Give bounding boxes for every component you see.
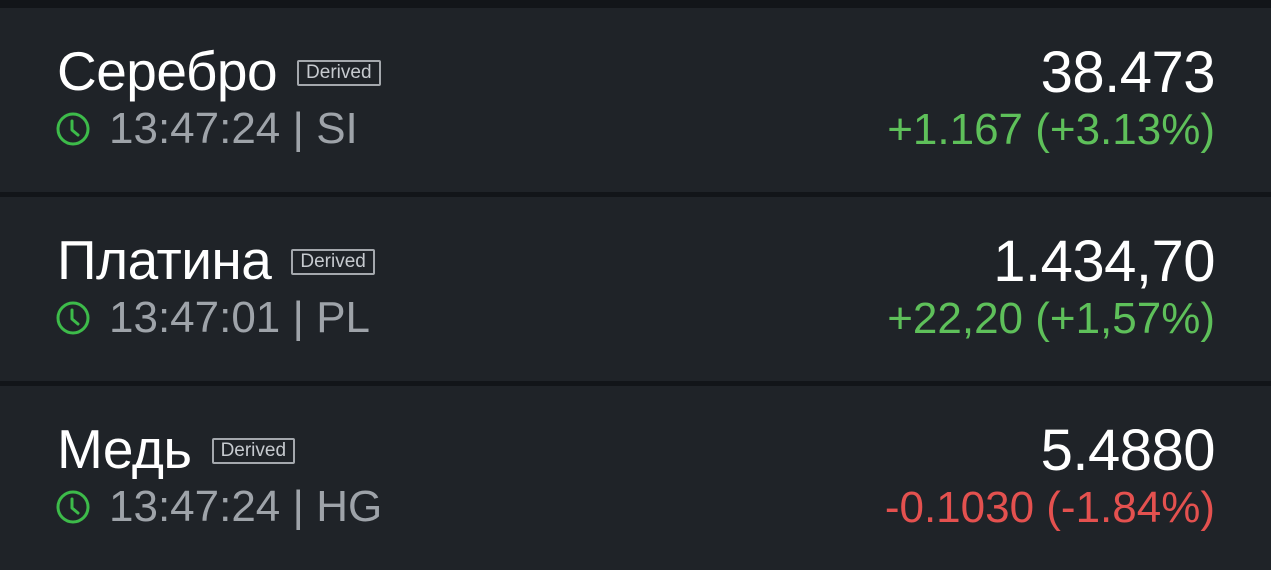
quotes-list: Серебро Derived 13:47:24 | SI 38.473 +1.… bbox=[0, 0, 1271, 570]
quote-time: 13:47:01 bbox=[109, 293, 281, 342]
derived-badge: Derived bbox=[211, 438, 296, 464]
last-price: 38.473 bbox=[1040, 40, 1216, 105]
instrument-name: Серебро bbox=[57, 40, 278, 102]
meta-separator: | bbox=[292, 104, 304, 153]
derived-badge: Derived bbox=[291, 249, 375, 275]
quote-row-silver[interactable]: Серебро Derived 13:47:24 | SI 38.473 +1.… bbox=[0, 8, 1271, 192]
name-line: Серебро Derived bbox=[57, 36, 381, 106]
instrument-name: Медь bbox=[57, 418, 192, 480]
quote-time: 13:47:24 bbox=[109, 482, 281, 531]
clock-icon bbox=[56, 301, 90, 335]
price-change: -0.1030 (-1.84%) bbox=[884, 483, 1215, 532]
price-change: +1.167 (+3.13%) bbox=[887, 105, 1215, 154]
name-line: Медь Derived bbox=[57, 414, 296, 484]
quote-time: 13:47:24 bbox=[109, 104, 281, 153]
price-change: +22,20 (+1,57%) bbox=[887, 294, 1215, 343]
meta-line: 13:47:24 | HG bbox=[55, 482, 382, 532]
ticker-symbol: SI bbox=[316, 104, 358, 153]
ticker-symbol: HG bbox=[316, 482, 383, 531]
quote-row-copper[interactable]: Медь Derived 13:47:24 | HG 5.4880 -0.103… bbox=[0, 386, 1271, 570]
last-price: 1.434,70 bbox=[993, 229, 1215, 294]
ticker-symbol: PL bbox=[316, 293, 371, 342]
derived-badge: Derived bbox=[297, 60, 381, 86]
meta-line: 13:47:24 | SI bbox=[55, 104, 358, 154]
clock-icon bbox=[56, 112, 90, 146]
last-price: 5.4880 bbox=[1040, 418, 1216, 483]
clock-icon bbox=[56, 490, 90, 524]
name-line: Платина Derived bbox=[57, 225, 375, 295]
meta-line: 13:47:01 | PL bbox=[55, 293, 370, 343]
quote-row-platinum[interactable]: Платина Derived 13:47:01 | PL 1.434,70 +… bbox=[0, 197, 1271, 381]
instrument-name: Платина bbox=[57, 229, 272, 291]
meta-separator: | bbox=[292, 293, 304, 342]
meta-separator: | bbox=[292, 482, 304, 531]
